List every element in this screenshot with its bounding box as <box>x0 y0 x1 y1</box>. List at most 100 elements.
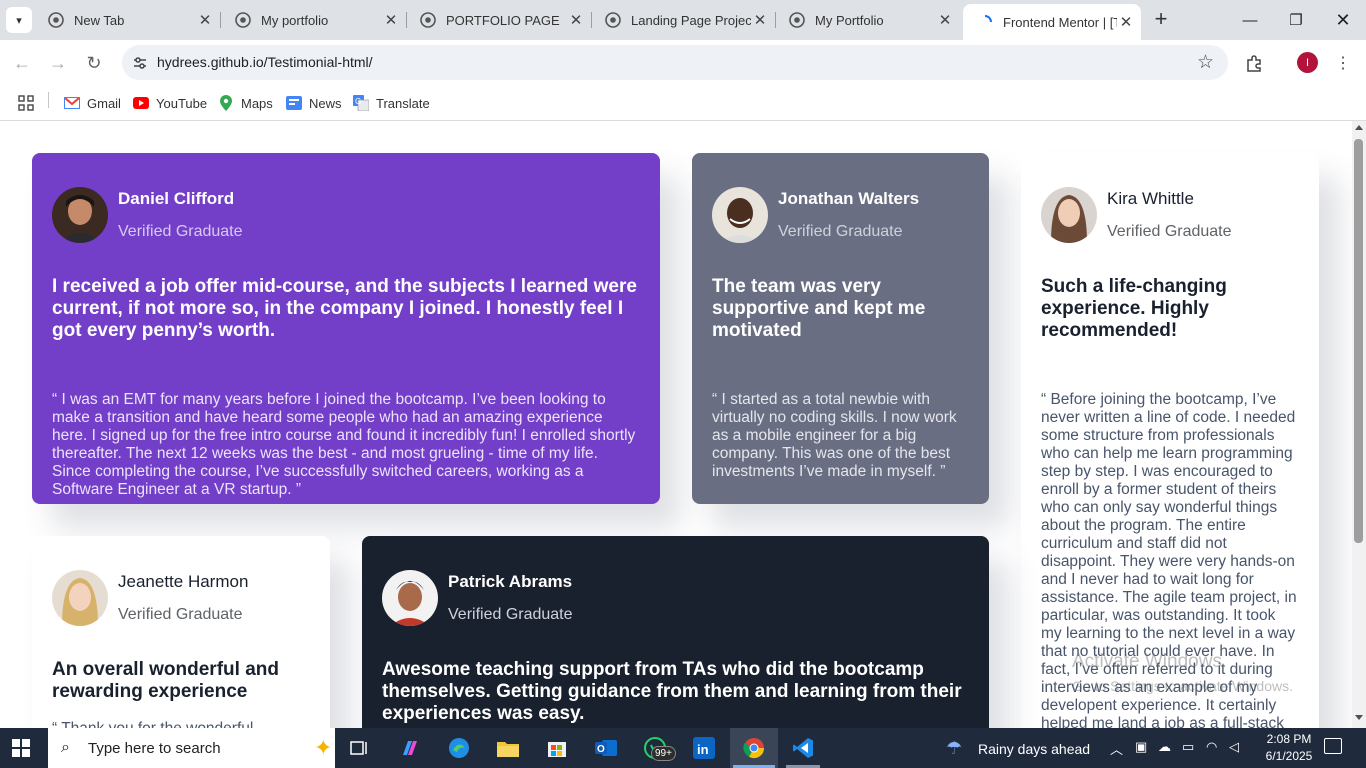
outlook-icon[interactable]: O <box>591 733 621 763</box>
tab-strip: ▾ New Tab ✕ My portfolio ✕ PORTFOLIO PAG… <box>0 0 1366 40</box>
gmail-icon <box>64 95 80 111</box>
tab-my-portfolio[interactable]: My portfolio ✕ <box>221 0 406 40</box>
bookmark-maps[interactable]: Maps <box>218 92 273 114</box>
testimonial-role: Verified Graduate <box>778 223 903 240</box>
clock-date: 6/1/2025 <box>1265 749 1313 763</box>
globe-icon <box>235 12 251 28</box>
window-close-icon[interactable]: ✕ <box>1320 0 1366 40</box>
testimonial-name: Kira Whittle <box>1107 189 1194 208</box>
activate-windows-subtitle: Go to Settings to activate Windows. <box>1072 678 1293 694</box>
bookmark-gmail[interactable]: Gmail <box>64 92 121 114</box>
task-view-icon[interactable] <box>345 733 375 763</box>
bookmark-label: News <box>309 95 342 111</box>
chrome-icon <box>48 12 64 28</box>
tab-frontend-mentor[interactable]: Frontend Mentor | [Te ✕ <box>963 4 1141 40</box>
svg-text:G: G <box>355 97 361 106</box>
tab-search-button[interactable]: ▾ <box>6 7 32 33</box>
bookmark-star-icon[interactable]: ☆ <box>1197 51 1214 74</box>
translate-icon: G <box>353 95 369 111</box>
avatar <box>712 187 768 243</box>
notification-icon[interactable] <box>1324 738 1342 754</box>
forward-icon[interactable]: → <box>45 50 71 76</box>
globe-icon <box>789 12 805 28</box>
taskbar-search-box[interactable]: ⌕ Type here to search ✦ <box>48 728 335 768</box>
kebab-menu-icon[interactable]: ⋮ <box>1330 50 1356 76</box>
wifi-icon[interactable]: ◠ <box>1206 739 1217 755</box>
meet-now-icon[interactable]: ▣ <box>1135 739 1147 755</box>
close-icon[interactable]: ✕ <box>567 11 585 29</box>
close-icon[interactable]: ✕ <box>1117 13 1135 31</box>
address-bar[interactable]: hydrees.github.io/Testimonial-html/ ☆ <box>122 45 1228 80</box>
microsoft-store-icon[interactable] <box>542 733 572 763</box>
close-icon[interactable]: ✕ <box>751 11 769 29</box>
restore-icon[interactable]: ❐ <box>1273 0 1319 40</box>
close-icon[interactable]: ✕ <box>382 11 400 29</box>
windows-taskbar: ⌕ Type here to search ✦ O 99+ in ☂ Rainy… <box>0 728 1366 768</box>
bookmarks-bar: Gmail YouTube Maps News G Translate <box>0 86 1366 121</box>
back-icon[interactable]: ← <box>9 50 35 76</box>
volume-icon[interactable]: ◁ <box>1229 739 1239 755</box>
windows-start-icon[interactable] <box>12 739 30 757</box>
testimonial-headline: I received a job offer mid-course, and t… <box>52 276 637 341</box>
bookmark-youtube[interactable]: YouTube <box>133 92 207 114</box>
avatar <box>52 570 108 626</box>
loading-icon <box>977 14 993 30</box>
youtube-icon <box>133 95 149 111</box>
bookmark-translate[interactable]: G Translate <box>353 92 430 114</box>
testimonial-name: Jonathan Walters <box>778 189 920 208</box>
svg-text:in: in <box>697 742 709 757</box>
file-explorer-icon[interactable] <box>493 733 523 763</box>
svg-text:O: O <box>597 744 605 755</box>
tab-landing-page[interactable]: Landing Page Project ✕ <box>591 0 775 40</box>
vertical-scrollbar[interactable] <box>1352 121 1366 728</box>
bookmark-news[interactable]: News <box>286 92 342 114</box>
bookmark-label: Translate <box>376 95 430 111</box>
close-icon[interactable]: ✕ <box>936 11 954 29</box>
testimonial-headline: An overall wonderful and rewarding exper… <box>52 659 279 702</box>
tab-my-portfolio-2[interactable]: My Portfolio ✕ <box>775 0 960 40</box>
search-icon: ⌕ <box>61 739 70 756</box>
testimonial-card: Jonathan Walters Verified Graduate The t… <box>692 153 989 504</box>
chrome-icon[interactable] <box>739 733 769 763</box>
testimonial-role: Verified Graduate <box>1107 223 1232 240</box>
whatsapp-badge: 99+ <box>651 746 676 761</box>
bookmark-label: Maps <box>241 95 273 111</box>
news-icon <box>286 95 302 111</box>
vscode-icon[interactable] <box>788 733 818 763</box>
reload-icon[interactable]: ↻ <box>81 50 107 76</box>
scroll-down-arrow-icon[interactable] <box>1355 715 1363 720</box>
battery-icon[interactable]: ▭ <box>1182 739 1194 755</box>
onedrive-icon[interactable]: ☁ <box>1158 739 1171 755</box>
minimize-icon[interactable]: — <box>1227 0 1273 40</box>
globe-icon <box>605 12 621 28</box>
apps-grid-icon[interactable] <box>18 92 34 114</box>
edge-icon[interactable] <box>444 733 474 763</box>
testimonial-role: Verified Graduate <box>118 223 243 240</box>
site-settings-icon[interactable] <box>130 53 150 73</box>
scroll-up-arrow-icon[interactable] <box>1355 125 1363 130</box>
tab-title: New Tab <box>74 12 125 28</box>
new-tab-button[interactable]: + <box>1150 8 1172 32</box>
copilot-icon[interactable] <box>395 733 425 763</box>
tab-title: My portfolio <box>261 12 329 28</box>
linkedin-icon[interactable]: in <box>689 733 719 763</box>
testimonial-card: Daniel Clifford Verified Graduate I rece… <box>32 153 660 504</box>
testimonial-name: Daniel Clifford <box>118 189 235 208</box>
testimonial-card: Jeanette Harmon Verified Graduate An ove… <box>32 536 330 728</box>
testimonial-headline: Such a life-changing experience. Highly … <box>1041 276 1227 341</box>
scroll-thumb[interactable] <box>1354 139 1363 543</box>
url-text[interactable]: hydrees.github.io/Testimonial-html/ <box>157 54 373 70</box>
close-icon[interactable]: ✕ <box>196 11 214 29</box>
system-clock[interactable]: 2:08 PM 6/1/2025 <box>1258 731 1320 765</box>
tab-new-tab[interactable]: New Tab ✕ <box>34 0 220 40</box>
search-placeholder: Type here to search <box>88 740 221 757</box>
testimonial-headline: The team was very supportive and kept me… <box>712 276 926 341</box>
extensions-icon[interactable] <box>1241 50 1267 76</box>
tab-portfolio-page[interactable]: PORTFOLIO PAGE ✕ <box>406 0 591 40</box>
avatar <box>382 570 438 626</box>
profile-avatar[interactable]: I <box>1297 52 1318 73</box>
weather-widget[interactable]: ☂ Rainy days ahead <box>946 738 1090 759</box>
testimonial-card: Kira Whittle Verified Graduate Such a li… <box>1021 153 1319 728</box>
show-hidden-icons-icon[interactable]: ︿ <box>1110 739 1123 758</box>
avatar <box>1041 187 1097 243</box>
